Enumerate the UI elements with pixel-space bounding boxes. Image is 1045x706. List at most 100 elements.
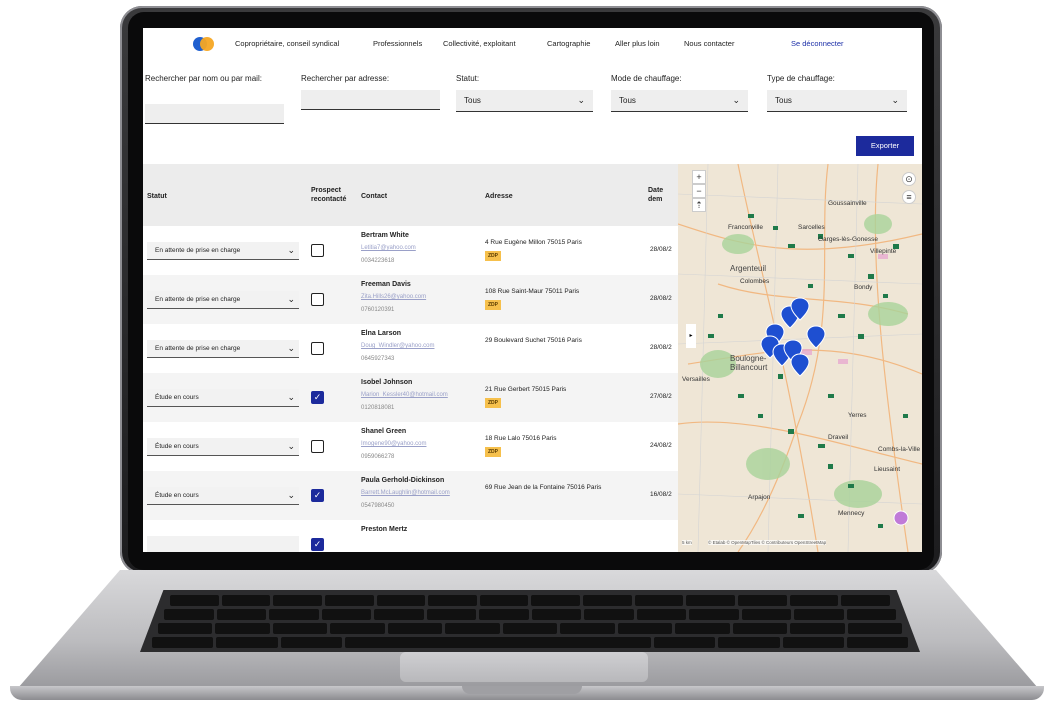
heating-type-label: Type de chauffage: bbox=[767, 74, 835, 83]
table-row[interactable]: Étude en cours ⌄ ✓ Isobel Johnson Marion_Kes… bbox=[143, 373, 678, 422]
contact-email-link[interactable]: Marion_Kessler40@hotmail.com bbox=[361, 392, 448, 398]
top-navigation: Copropriétaire, conseil syndical Profess… bbox=[143, 28, 922, 58]
row-address: 21 Rue Gerbert 75015 Paris bbox=[485, 386, 567, 393]
export-button[interactable]: Exporter bbox=[856, 136, 914, 156]
map-label-franconville: Franconville bbox=[728, 224, 764, 231]
map-label-lieusaint: Lieusaint bbox=[874, 466, 901, 473]
map-label-boulogne: Boulogne-Billancourt bbox=[730, 354, 768, 372]
nav-link-aller-plus-loin[interactable]: Aller plus loin bbox=[615, 39, 660, 48]
filters-bar: Rechercher par nom ou par mail: Recherch… bbox=[143, 74, 922, 134]
contact-phone: 0034223618 bbox=[361, 258, 395, 264]
row-statut-select[interactable]: En attente de prise en charge ⌄ bbox=[147, 291, 299, 309]
map-scale: 5 km bbox=[682, 540, 692, 545]
contact-email-link[interactable]: Letitia7@yahoo.com bbox=[361, 245, 416, 251]
logout-link[interactable]: Se déconnecter bbox=[791, 39, 844, 48]
heating-type-select[interactable]: Tous ⌄ bbox=[767, 90, 907, 112]
row-address: 18 Rue Lalo 75016 Paris bbox=[485, 435, 557, 442]
map-label-sarcelles: Sarcelles bbox=[798, 224, 825, 231]
statut-select[interactable]: Tous ⌄ bbox=[456, 90, 593, 112]
row-statut-select[interactable]: En attente de prise en charge ⌄ bbox=[147, 242, 299, 260]
chevron-down-icon: ⌄ bbox=[577, 95, 585, 105]
header-prospect[interactable]: Prospect recontacté bbox=[311, 186, 357, 204]
map-panel[interactable]: Franconville Sarcelles Garges-lès-Goness… bbox=[678, 164, 922, 552]
compass-icon[interactable]: ⇡ bbox=[692, 198, 706, 212]
nav-link-coproprietaire[interactable]: Copropriétaire, conseil syndical bbox=[235, 39, 339, 48]
chevron-down-icon: ⌄ bbox=[287, 441, 295, 451]
laptop-keyboard bbox=[140, 590, 920, 652]
contact-email-link[interactable]: Zita.Hills26@yahoo.com bbox=[361, 294, 426, 300]
zdp-badge: ZDP bbox=[485, 251, 501, 261]
nav-link-cartographie[interactable]: Cartographie bbox=[547, 39, 590, 48]
row-statut-select[interactable]: Étude en cours ⌄ bbox=[147, 438, 299, 456]
map-label-garges: Garges-lès-Gonesse bbox=[818, 236, 878, 243]
laptop-notch bbox=[462, 686, 582, 694]
row-statut-value: En attente de prise en charge bbox=[155, 296, 241, 303]
layers-icon[interactable]: ≡ bbox=[902, 190, 916, 204]
app-screen: Copropriétaire, conseil syndical Profess… bbox=[143, 28, 922, 552]
table-row[interactable]: En attente de prise en charge ⌄ Elna Larso… bbox=[143, 324, 678, 373]
table-row[interactable]: Étude en cours ⌄ Shanel Green Imogene90@yah… bbox=[143, 422, 678, 471]
contact-phone: 0547980450 bbox=[361, 503, 395, 509]
prospect-checkbox[interactable] bbox=[311, 244, 324, 257]
header-date[interactable]: Date dem bbox=[648, 186, 678, 204]
contact-email-link[interactable]: Doug_Windler@yahoo.com bbox=[361, 343, 434, 349]
statut-label: Statut: bbox=[456, 74, 480, 83]
nav-link-professionnels[interactable]: Professionnels bbox=[373, 39, 422, 48]
chevron-down-icon: ⌄ bbox=[732, 95, 740, 105]
row-date: 24/08/2 bbox=[650, 442, 672, 449]
prospect-checkbox[interactable] bbox=[311, 342, 324, 355]
row-address: 29 Boulevard Suchet 75016 Paris bbox=[485, 337, 582, 344]
search-address-input[interactable] bbox=[301, 90, 440, 110]
table-row[interactable]: En attente de prise en charge ⌄ Freeman Da… bbox=[143, 275, 678, 324]
search-name-label: Rechercher par nom ou par mail: bbox=[145, 74, 262, 83]
chevron-down-icon: ⌄ bbox=[287, 392, 295, 402]
heating-type-select-value: Tous bbox=[775, 96, 792, 105]
header-statut[interactable]: Statut bbox=[147, 192, 167, 201]
contact-name: Freeman Davis bbox=[361, 281, 411, 288]
zdp-badge: ZDP bbox=[485, 300, 501, 310]
table-header: Statut Prospect recontacté Contact Adres… bbox=[143, 164, 678, 226]
nav-link-nous-contacter[interactable]: Nous contacter bbox=[684, 39, 734, 48]
map-canvas[interactable] bbox=[678, 164, 922, 552]
brand-logo[interactable] bbox=[193, 37, 215, 51]
contact-name: Isobel Johnson bbox=[361, 379, 413, 386]
header-contact[interactable]: Contact bbox=[361, 192, 387, 201]
contact-name: Shanel Green bbox=[361, 428, 407, 435]
contact-email-link[interactable]: Imogene90@yahoo.com bbox=[361, 441, 426, 447]
search-name-input[interactable] bbox=[145, 104, 284, 124]
prospect-checkbox[interactable]: ✓ bbox=[311, 391, 324, 404]
zoom-in-button[interactable]: + bbox=[692, 170, 706, 184]
locate-icon[interactable]: ⊙ bbox=[902, 172, 916, 186]
heating-mode-select[interactable]: Tous ⌄ bbox=[611, 90, 748, 112]
contact-phone: 0959066278 bbox=[361, 454, 395, 460]
table-row[interactable]: Étude en cours ⌄ ✓ Paula Gerhold-Dickinson B… bbox=[143, 471, 678, 520]
search-address-label: Rechercher par adresse: bbox=[301, 74, 390, 83]
row-statut-select[interactable] bbox=[147, 536, 299, 552]
row-statut-value: En attente de prise en charge bbox=[155, 247, 241, 254]
zoom-out-button[interactable]: − bbox=[692, 184, 706, 198]
prospect-checkbox[interactable] bbox=[311, 293, 324, 306]
row-statut-select[interactable]: En attente de prise en charge ⌄ bbox=[147, 340, 299, 358]
prospect-checkbox[interactable]: ✓ bbox=[311, 538, 324, 551]
prospect-checkbox[interactable] bbox=[311, 440, 324, 453]
contact-name: Bertram White bbox=[361, 232, 409, 239]
table-row[interactable]: ✓ Preston Mertz bbox=[143, 520, 678, 552]
row-date: 28/08/2 bbox=[650, 246, 672, 253]
map-expand-toggle[interactable]: ▸ bbox=[686, 324, 696, 348]
row-statut-select[interactable]: Étude en cours ⌄ bbox=[147, 389, 299, 407]
contact-email-link[interactable]: Barrett.McLaughlin@hotmail.com bbox=[361, 490, 450, 496]
prospect-checkbox[interactable]: ✓ bbox=[311, 489, 324, 502]
map-label-yerres: Yerres bbox=[848, 412, 867, 419]
row-statut-select[interactable]: Étude en cours ⌄ bbox=[147, 487, 299, 505]
map-label-combs: Combs-la-Ville bbox=[878, 446, 921, 453]
nav-link-collectivite[interactable]: Collectivité, exploitant bbox=[443, 39, 516, 48]
table-row[interactable]: En attente de prise en charge ⌄ Bertram Wh… bbox=[143, 226, 678, 275]
map-label-goussainville: Goussainville bbox=[828, 200, 867, 207]
chevron-down-icon: ⌄ bbox=[287, 343, 295, 353]
map-label-colombes: Colombes bbox=[740, 278, 770, 285]
row-date: 16/08/2 bbox=[650, 491, 672, 498]
heating-mode-select-value: Tous bbox=[619, 96, 636, 105]
row-statut-value: En attente de prise en charge bbox=[155, 345, 241, 352]
row-address: 69 Rue Jean de la Fontaine 75016 Paris bbox=[485, 484, 602, 491]
header-address[interactable]: Adresse bbox=[485, 192, 513, 201]
